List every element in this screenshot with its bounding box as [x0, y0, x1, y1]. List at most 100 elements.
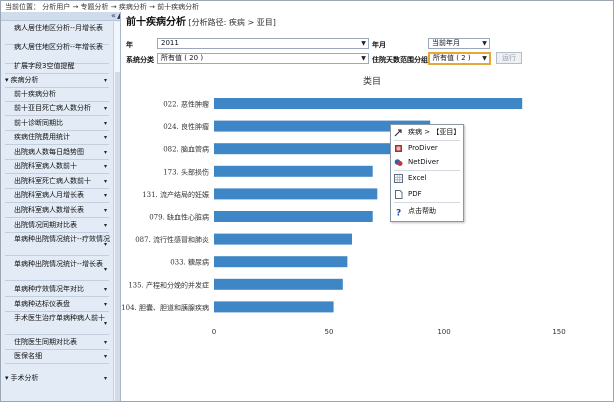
- sidebar-item-label: 出院科室病人数前十: [14, 162, 77, 170]
- chevron-down-icon[interactable]: ▾: [104, 240, 107, 249]
- chevron-down-icon[interactable]: ▾: [104, 177, 107, 186]
- sidebar-divider: [5, 130, 109, 131]
- chevron-down-icon[interactable]: ▾: [104, 206, 107, 215]
- chevron-down-icon[interactable]: ▼: [359, 54, 368, 63]
- menu-item-excel[interactable]: Excel: [391, 172, 463, 185]
- chevron-down-icon[interactable]: ▾: [104, 285, 107, 294]
- chevron-down-icon[interactable]: ▾: [104, 221, 107, 230]
- sidebar-item[interactable]: 出院病人数每日趋势图 ▾: [1, 148, 113, 157]
- menu-item-netdiver[interactable]: NetDiver: [391, 156, 463, 169]
- sidebar-divider: [5, 311, 109, 312]
- sidebar-divider: [5, 73, 109, 74]
- category-label: 173. 头部损伤: [163, 167, 209, 176]
- sidebar-divider: [5, 232, 109, 233]
- chevron-down-icon[interactable]: ▾: [104, 191, 107, 200]
- sidebar-item[interactable]: 单病种达标仪表盘 ▾: [1, 300, 113, 309]
- menu-divider: [394, 202, 460, 203]
- sidebar-item-label: 单病种疗效情况年对比: [14, 285, 84, 293]
- sidebar-scrollbar[interactable]: [113, 22, 120, 401]
- breadcrumb: 当前位置： 分析用户 → 专题分析 → 疾病分析 → 前十疾病分析: [5, 3, 200, 11]
- chevron-down-icon[interactable]: ▼: [480, 54, 489, 63]
- sidebar-item[interactable]: 出院科室死亡病人数前十 ▾: [1, 177, 113, 186]
- chevron-down-icon[interactable]: ▾: [104, 133, 107, 142]
- menu-item-prodiver[interactable]: ProDiver: [391, 142, 463, 155]
- category-label: 079. 缺血性心脏病: [149, 213, 209, 222]
- chevron-down-icon[interactable]: ▾: [104, 104, 107, 113]
- sidebar-item[interactable]: 前十疾病分析: [1, 90, 113, 99]
- x-tick-label: 150: [552, 328, 565, 336]
- chevron-down-icon[interactable]: ▾: [104, 76, 107, 85]
- chevron-down-icon[interactable]: ▾: [104, 374, 107, 383]
- sidebar-item-label: 病人居住地区分析--月增长表: [14, 24, 104, 32]
- menu-item-help[interactable]: ? 点击帮助: [391, 205, 463, 218]
- sidebar-divider: [5, 280, 109, 281]
- sidebar-item-label: 出院病人数每日趋势图: [14, 148, 84, 156]
- sidebar-divider: [5, 363, 109, 364]
- chevron-down-icon[interactable]: ▾: [104, 352, 107, 361]
- sidebar-item-label: 病人居住地区分析--年增长表: [14, 43, 104, 51]
- chevron-down-icon[interactable]: ▾: [104, 338, 107, 347]
- expand-icon[interactable]: ▾: [5, 76, 9, 84]
- month-select[interactable]: 当前年月 ▼: [428, 38, 490, 49]
- sidebar-item[interactable]: 手术医生治疗单病种病人前十 ▾: [1, 314, 113, 327]
- days-select[interactable]: 所有值 ( 2 ) ▼: [428, 52, 491, 65]
- category-select[interactable]: 所有值 ( 20 ) ▼: [157, 53, 369, 64]
- run-button[interactable]: 运行: [496, 52, 522, 64]
- netdiver-icon: [394, 159, 403, 166]
- sidebar-item-label: 前十亚目死亡病人数分析: [14, 104, 91, 112]
- main-panel: 前十疾病分析 [分析路径: 疾病 > 亚目] 年 2011 ▼ 年月 当前年月 …: [122, 12, 612, 401]
- sidebar-item[interactable]: 出院科室病人月增长表 ▾: [1, 191, 113, 200]
- sidebar-item[interactable]: 单病种出院情况统计--疗效情况 ▾: [1, 235, 113, 248]
- sidebar-divider: [5, 202, 109, 203]
- sidebar-item-label: 单病种出院情况统计--增长表: [14, 260, 104, 268]
- bar[interactable]: [214, 165, 373, 177]
- sidebar-item[interactable]: 医保名细 ▾: [1, 352, 113, 361]
- menu-item-pdf[interactable]: PDF: [391, 188, 463, 201]
- expand-icon[interactable]: ▾: [5, 374, 9, 382]
- sidebar-item[interactable]: 病人居住地区分析--月增长表: [1, 24, 113, 33]
- bar[interactable]: [214, 233, 352, 245]
- bar[interactable]: [214, 256, 348, 268]
- sidebar-divider: [5, 349, 109, 350]
- sidebar-item[interactable]: 单病种疗效情况年对比 ▾: [1, 285, 113, 294]
- year-select[interactable]: 2011 ▼: [157, 38, 369, 49]
- sidebar-item[interactable]: 扩展字段3空值提醒: [1, 62, 113, 71]
- chevron-down-icon[interactable]: ▾: [104, 300, 107, 309]
- bar[interactable]: [214, 188, 378, 200]
- sidebar-item[interactable]: 出院科室病人数增长表 ▾: [1, 206, 113, 215]
- sidebar-item[interactable]: 出院情况同期对比表 ▾: [1, 221, 113, 230]
- bar[interactable]: [214, 211, 373, 222]
- sidebar-divider: [5, 334, 109, 335]
- chevron-down-icon[interactable]: ▾: [104, 162, 107, 171]
- sidebar-item-label: 住院医生同期对比表: [14, 338, 77, 346]
- chevron-down-icon[interactable]: ▼: [359, 39, 368, 48]
- chevron-down-icon[interactable]: ▾: [104, 265, 107, 274]
- bar[interactable]: [214, 301, 334, 313]
- bar[interactable]: [214, 278, 343, 290]
- sidebar-item-label: 出院情况同期对比表: [14, 221, 77, 229]
- chevron-down-icon[interactable]: ▾: [104, 119, 107, 128]
- sidebar-item[interactable]: 住院医生同期对比表 ▾: [1, 338, 113, 347]
- menu-item-drill[interactable]: 疾病 > 【亚目】: [391, 126, 463, 139]
- chevron-down-icon[interactable]: ▼: [480, 39, 489, 48]
- chevron-down-icon[interactable]: ▾: [104, 148, 107, 157]
- sidebar-item[interactable]: 单病种出院情况统计--增长表 ▾: [1, 260, 113, 273]
- category-label: 131. 流产结局的妊娠: [142, 190, 209, 199]
- sidebar-item[interactable]: ▾ 疾病分析 ▾: [1, 76, 113, 85]
- sidebar: « ▲ 病人居住地区分析--月增长表病人居住地区分析--年增长表扩展字段3空值提…: [1, 12, 121, 401]
- sidebar-item-label: 扩展字段3空值提醒: [14, 62, 75, 70]
- sidebar-item[interactable]: 前十亚目死亡病人数分析 ▾: [1, 104, 113, 113]
- sidebar-divider: [5, 217, 109, 218]
- scroll-up-icon[interactable]: ▲: [117, 12, 120, 20]
- bar[interactable]: [214, 98, 523, 109]
- x-tick-label: 100: [437, 328, 450, 336]
- bar[interactable]: [214, 143, 394, 155]
- collapse-sidebar-icon[interactable]: «: [111, 12, 116, 20]
- sidebar-item[interactable]: 病人居住地区分析--年增长表: [1, 43, 113, 52]
- sidebar-item[interactable]: ▾ 手术分析 ▾: [1, 374, 113, 383]
- sidebar-item[interactable]: 前十诊断同期比 ▾: [1, 119, 113, 128]
- sidebar-scrollbar-thumb[interactable]: [115, 72, 120, 401]
- sidebar-item[interactable]: 出院科室病人数前十 ▾: [1, 162, 113, 171]
- chevron-down-icon[interactable]: ▾: [104, 319, 107, 328]
- sidebar-item[interactable]: 疾病住院费用统计 ▾: [1, 133, 113, 142]
